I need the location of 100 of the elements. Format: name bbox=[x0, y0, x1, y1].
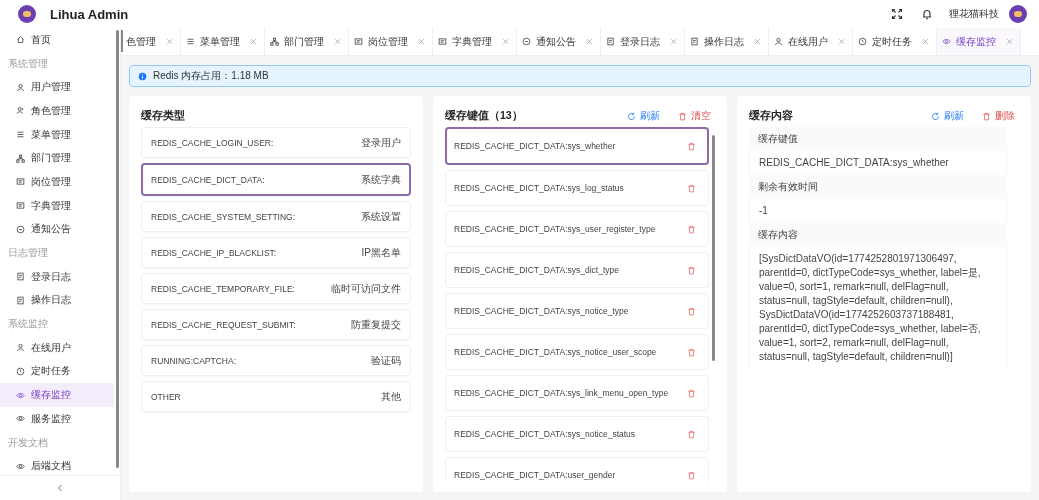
cache-key-item[interactable]: REDIS_CACHE_DICT_DATA:sys_notice_user_scope bbox=[445, 334, 709, 370]
cache-key-text: RUNNING:CAPTCHA: bbox=[151, 355, 236, 366]
refresh-icon bbox=[627, 111, 636, 121]
tab[interactable]: 岗位管理 bbox=[349, 28, 433, 55]
close-icon[interactable] bbox=[670, 38, 677, 45]
cache-type-item[interactable]: REDIS_CACHE_SYSTEM_SETTING: 系统设置 bbox=[141, 201, 411, 232]
sidebar-item[interactable]: 定时任务 bbox=[0, 359, 114, 384]
cache-key-text: REDIS_CACHE_DICT_DATA:sys_user_register_type bbox=[454, 224, 656, 234]
sidebar-item[interactable]: 菜单管理 bbox=[0, 122, 114, 147]
avatar[interactable] bbox=[1009, 5, 1027, 23]
delete-icon bbox=[687, 224, 696, 234]
cache-key-item[interactable]: REDIS_CACHE_DICT_DATA:sys_notice_status bbox=[445, 416, 709, 452]
tab-icon bbox=[522, 37, 531, 46]
cache-key-item[interactable]: REDIS_CACHE_DICT_DATA:sys_dict_type bbox=[445, 252, 709, 288]
refresh-icon bbox=[931, 111, 940, 121]
cache-key-text: OTHER bbox=[151, 391, 181, 402]
cache-key-item[interactable]: REDIS_CACHE_DICT_DATA:user_gender bbox=[445, 457, 709, 482]
trash-icon bbox=[678, 111, 687, 121]
close-icon[interactable] bbox=[838, 38, 845, 45]
panel-title: 缓存类型 bbox=[141, 109, 185, 123]
sidebar-item[interactable]: 用户管理 bbox=[0, 75, 114, 100]
delete-button[interactable]: 删除 bbox=[978, 109, 1019, 123]
clear-button[interactable]: 清空 bbox=[674, 109, 715, 123]
cache-key-item[interactable]: REDIS_CACHE_DICT_DATA:sys_notice_type bbox=[445, 293, 709, 329]
sidebar-item[interactable]: 后端文档 bbox=[0, 454, 114, 475]
cache-key-item[interactable]: REDIS_CACHE_DICT_DATA:sys_link_menu_open_type bbox=[445, 375, 709, 411]
cache-type-name: 系统设置 bbox=[361, 209, 401, 224]
close-icon[interactable] bbox=[166, 38, 173, 45]
company-name[interactable]: 狸花猫科技 bbox=[949, 7, 999, 21]
collapse-icon[interactable] bbox=[57, 484, 63, 492]
tab[interactable]: 操作日志 bbox=[685, 28, 769, 55]
tab[interactable]: 在线用户 bbox=[769, 28, 853, 55]
delete-icon bbox=[687, 265, 696, 275]
delete-icon bbox=[687, 429, 696, 439]
sidebar-item[interactable]: 缓存监控 bbox=[0, 383, 114, 407]
field-label: 缓存内容 bbox=[749, 223, 1007, 247]
sidebar-item[interactable]: 字典管理 bbox=[0, 193, 114, 218]
tab-icon bbox=[270, 37, 279, 46]
cache-key-text: REDIS_CACHE_DICT_DATA:sys_notice_user_scope bbox=[454, 347, 657, 357]
cache-key-text: REDIS_CACHE_IP_BLACKLIST: bbox=[151, 247, 277, 258]
tab[interactable]: 缓存监控 bbox=[937, 28, 1021, 55]
sidebar-item[interactable]: 岗位管理 bbox=[0, 170, 114, 194]
close-icon[interactable] bbox=[418, 38, 425, 45]
sidebar-item[interactable]: 在线用户 bbox=[0, 335, 114, 360]
sidebar-item[interactable]: 操作日志 bbox=[0, 288, 114, 313]
tab[interactable]: 通知公告 bbox=[517, 28, 601, 55]
tab[interactable]: 部门管理 bbox=[265, 28, 349, 55]
tab-icon bbox=[354, 37, 363, 46]
cache-type-name: 系统字典 bbox=[361, 172, 401, 187]
sidebar-item[interactable]: 部门管理 bbox=[0, 146, 114, 171]
cache-key-text: REDIS_CACHE_TEMPORARY_FILE: bbox=[151, 283, 295, 294]
cache-type-item[interactable]: REDIS_CACHE_DICT_DATA: 系统字典 bbox=[141, 163, 411, 196]
cache-key-text: REDIS_CACHE_DICT_DATA: bbox=[151, 174, 265, 185]
close-icon[interactable] bbox=[250, 38, 257, 45]
delete-icon bbox=[687, 347, 696, 357]
sidebar-item[interactable]: 角色管理 bbox=[0, 99, 114, 123]
cache-type-name: 临时可访问文件 bbox=[331, 281, 401, 296]
sidebar-item[interactable]: 服务监控 bbox=[0, 407, 114, 431]
tab[interactable]: 字典管理 bbox=[433, 28, 517, 55]
close-icon[interactable] bbox=[922, 38, 929, 45]
cache-key-item[interactable]: REDIS_CACHE_DICT_DATA:sys_log_status bbox=[445, 170, 709, 206]
app-name: Lihua Admin bbox=[50, 6, 129, 22]
field-value: [SysDictDataVO(id=1774252801971306497, parentId=0, dictTypeCode=sys_whether, label=是, value=0, sort=1, remark=null, delFlag=null, status=null, tagStyle=default, children=null), SysDictDataVO(id=1774252603737188481, parentId=0, dictTypeCode=sys_whether, label=否, value=1, sort=2, remark=null, delFlag=null, status=null, tagStyle=default, children=null)] bbox=[749, 247, 1007, 369]
bell-icon[interactable] bbox=[921, 8, 933, 20]
close-icon[interactable] bbox=[586, 38, 593, 45]
menu-group-label: 开发文档 bbox=[7, 435, 49, 450]
scrollbar[interactable] bbox=[116, 30, 119, 468]
close-icon[interactable] bbox=[754, 38, 761, 45]
cache-key-text: REDIS_CACHE_REQUEST_SUBMIT: bbox=[151, 319, 296, 330]
cache-type-item[interactable]: REDIS_CACHE_LOGIN_USER: 登录用户 bbox=[141, 127, 411, 158]
cache-key-text: REDIS_CACHE_SYSTEM_SETTING: bbox=[151, 211, 296, 222]
cache-type-item[interactable]: REDIS_CACHE_IP_BLACKLIST: IP黑名单 bbox=[141, 237, 411, 268]
cache-type-item[interactable]: OTHER 其他 bbox=[141, 381, 411, 412]
info-icon bbox=[138, 71, 147, 81]
refresh-button[interactable]: 刷新 bbox=[927, 109, 968, 123]
panel-title: 缓存内容 bbox=[749, 109, 793, 123]
tab-icon bbox=[690, 37, 699, 46]
cache-key-text: REDIS_CACHE_DICT_DATA:sys_whether bbox=[454, 141, 616, 151]
cache-key-item[interactable]: REDIS_CACHE_DICT_DATA:sys_whether bbox=[445, 127, 709, 165]
close-icon[interactable] bbox=[502, 38, 509, 45]
refresh-button[interactable]: 刷新 bbox=[623, 109, 664, 123]
tab[interactable]: 色管理 bbox=[121, 28, 181, 55]
cache-type-item[interactable]: REDIS_CACHE_REQUEST_SUBMIT: 防重复提交 bbox=[141, 309, 411, 340]
cache-key-text: REDIS_CACHE_DICT_DATA:sys_notice_status bbox=[454, 429, 636, 439]
sidebar-item[interactable]: 登录日志 bbox=[0, 264, 114, 289]
close-icon[interactable] bbox=[1006, 38, 1013, 45]
sidebar-item[interactable]: 通知公告 bbox=[0, 217, 114, 242]
delete-icon bbox=[687, 470, 696, 480]
menu-group-label: 日志管理 bbox=[7, 246, 49, 261]
cache-type-item[interactable]: REDIS_CACHE_TEMPORARY_FILE: 临时可访问文件 bbox=[141, 273, 411, 304]
delete-icon bbox=[687, 306, 696, 316]
fullscreen-icon[interactable] bbox=[891, 8, 903, 20]
alert-text: Redis 内存占用：1.18 MB bbox=[153, 69, 269, 83]
menu-group-label: 系统管理 bbox=[7, 56, 49, 71]
tab[interactable]: 菜单管理 bbox=[181, 28, 265, 55]
tab[interactable]: 登录日志 bbox=[601, 28, 685, 55]
cache-key-item[interactable]: REDIS_CACHE_DICT_DATA:sys_user_register_type bbox=[445, 211, 709, 247]
sidebar-item[interactable]: 首页 bbox=[0, 28, 114, 52]
cache-type-item[interactable]: RUNNING:CAPTCHA: 验证码 bbox=[141, 345, 411, 376]
close-icon[interactable] bbox=[334, 38, 341, 45]
